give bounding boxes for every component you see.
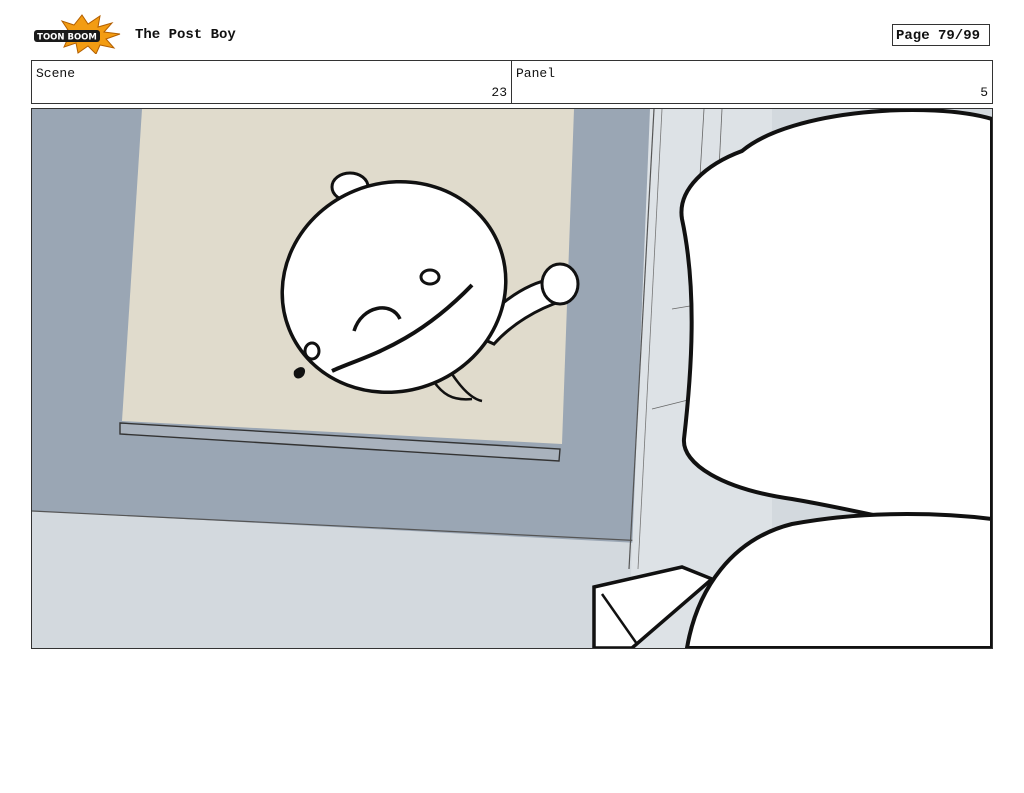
scene-panel-info: Scene 23 Panel 5 <box>31 60 993 104</box>
scene-label: Scene <box>36 66 76 81</box>
storyboard-sketch-icon <box>32 109 992 648</box>
panel-cell: Panel 5 <box>512 61 992 103</box>
foreground-figure-head <box>679 109 992 542</box>
storyboard-panel-frame <box>31 108 993 649</box>
logo-text: TOON BOOM <box>37 33 97 43</box>
toon-boom-logo-icon: TOON BOOM <box>34 14 124 55</box>
character-fist <box>540 262 580 306</box>
scene-cell: Scene 23 <box>32 61 512 103</box>
panel-label: Panel <box>516 66 556 81</box>
character-eye <box>419 268 441 286</box>
panel-number: 5 <box>980 85 988 100</box>
character-nose <box>303 341 321 361</box>
page-indicator: Page 79/99 <box>892 24 990 46</box>
storyboard-title: The Post Boy <box>135 27 236 43</box>
scene-number: 23 <box>491 85 507 100</box>
